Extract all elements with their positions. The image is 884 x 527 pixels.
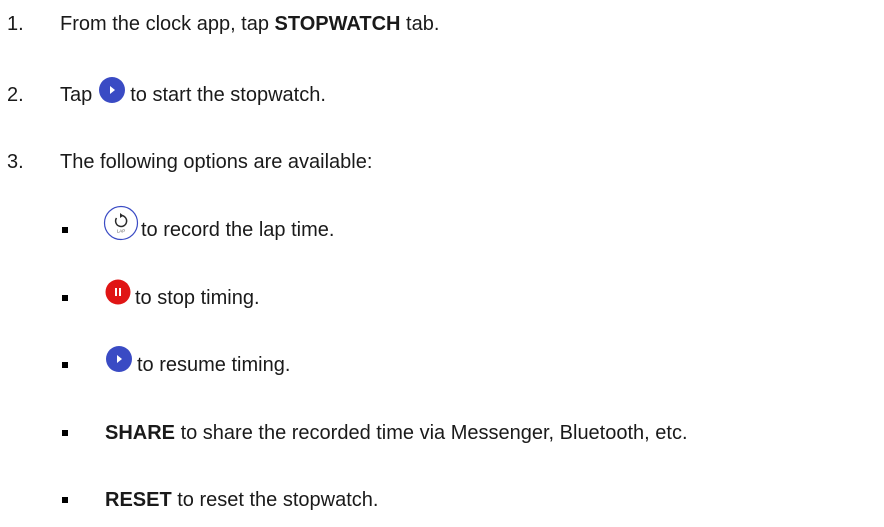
bullet-marker xyxy=(62,362,68,368)
bullet-marker xyxy=(62,295,68,301)
step-text-pre: From the clock app, tap xyxy=(60,12,275,35)
share-label: SHARE xyxy=(105,421,176,444)
bullet-marker xyxy=(62,430,68,436)
step-text: Tap to start the stopwatch. xyxy=(60,76,326,114)
step-text-post: to start the stopwatch. xyxy=(130,83,326,106)
option-text: SHARE to share the recorded time via Mes… xyxy=(105,422,688,445)
option-text: RESET to reset the stopwatch. xyxy=(105,489,378,512)
option-description: to stop timing. xyxy=(135,286,260,309)
step-text: The following options are available: xyxy=(60,150,373,173)
pause-icon xyxy=(105,279,131,305)
option-text: LAP to record the lap time. xyxy=(103,205,335,242)
lap-icon-label: LAP xyxy=(117,229,126,234)
play-icon xyxy=(99,77,126,103)
lap-icon: LAP xyxy=(103,205,139,241)
option-description: to record the lap time. xyxy=(141,218,335,241)
option-description: to share the recorded time via Messenger… xyxy=(175,421,688,444)
bullet-marker xyxy=(62,497,68,503)
reset-label: RESET xyxy=(105,488,172,511)
step-text-pre: Tap xyxy=(60,83,93,106)
option-text: to stop timing. xyxy=(105,279,260,310)
option-text: to resume timing. xyxy=(105,346,291,377)
stopwatch-tab-label: STOPWATCH xyxy=(274,12,401,35)
option-description: to reset the stopwatch. xyxy=(171,488,379,511)
option-description: to resume timing. xyxy=(137,353,291,376)
step-text: From the clock app, tap STOPWATCH tab. xyxy=(60,13,439,36)
step-number: 2. xyxy=(7,83,24,106)
step-number: 1. xyxy=(7,12,24,35)
bullet-marker xyxy=(62,227,68,233)
step-text-post: tab. xyxy=(400,12,440,35)
step-number: 3. xyxy=(7,150,24,173)
play-icon xyxy=(106,346,132,372)
